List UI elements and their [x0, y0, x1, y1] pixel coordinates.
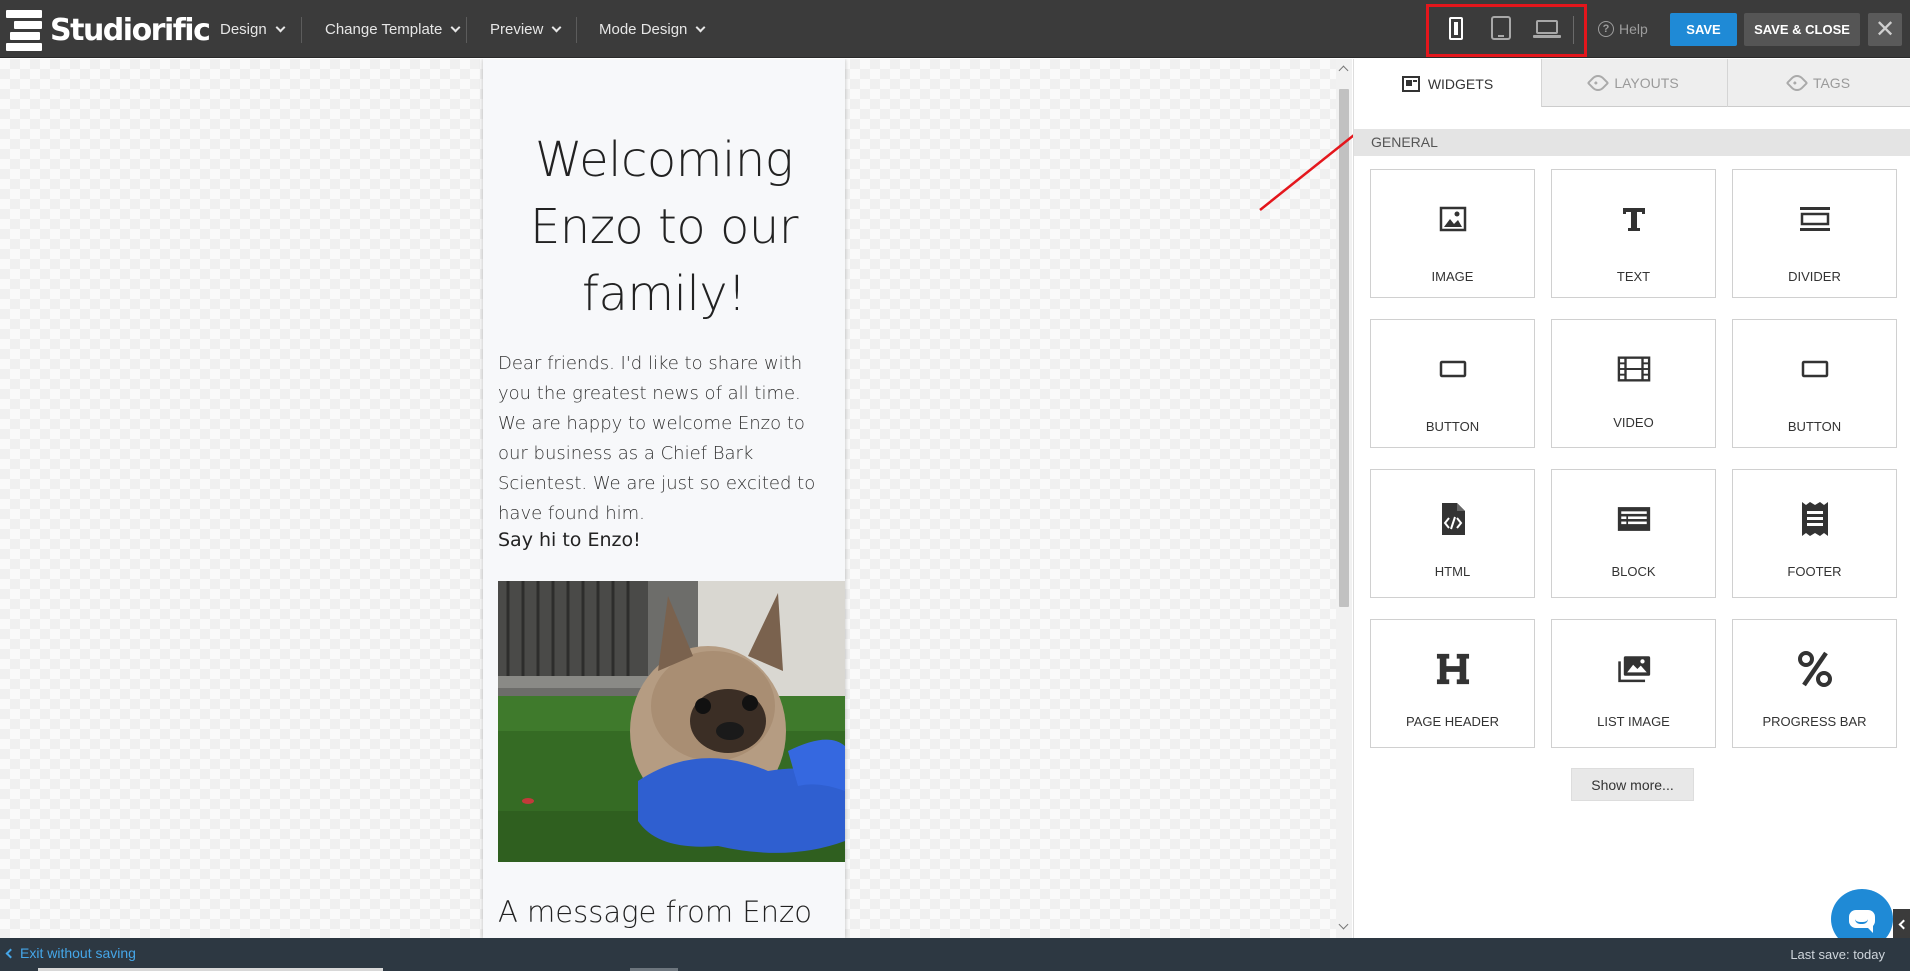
- status-bar: Exit without saving Last save: today: [0, 938, 1910, 971]
- widget-label: LIST IMAGE: [1597, 714, 1670, 729]
- widget-footer[interactable]: FOOTER: [1732, 469, 1897, 598]
- exit-label: Exit without saving: [20, 945, 136, 961]
- widget-divider[interactable]: DIVIDER: [1732, 169, 1897, 298]
- tag-icon: [1785, 71, 1809, 95]
- widget-label: DIVIDER: [1788, 269, 1841, 284]
- logo-stripes-icon: [6, 10, 44, 51]
- list-image-icon: [1617, 652, 1651, 686]
- widget-label: PAGE HEADER: [1406, 714, 1499, 729]
- chevron-left-icon: [5, 948, 16, 958]
- phone-view-icon[interactable]: [1449, 17, 1463, 40]
- percent-icon: [1797, 651, 1832, 687]
- scrollbar-thumb[interactable]: [1339, 89, 1349, 607]
- design-menu[interactable]: Design: [220, 0, 286, 58]
- footer-icon: [1798, 502, 1832, 536]
- widget-button[interactable]: BUTTON: [1370, 319, 1535, 448]
- design-menu-label: Design: [220, 20, 267, 38]
- widget-html[interactable]: HTML: [1370, 469, 1535, 598]
- divider-icon: [1798, 202, 1832, 236]
- widget-page-header[interactable]: PAGE HEADER: [1370, 619, 1535, 748]
- chevron-down-icon: [450, 22, 461, 32]
- save-button[interactable]: SAVE: [1670, 13, 1737, 46]
- tab-widgets-label: WIDGETS: [1427, 75, 1494, 92]
- widget-list-image[interactable]: LIST IMAGE: [1551, 619, 1716, 748]
- scroll-down-icon[interactable]: [1338, 919, 1349, 930]
- scroll-up-icon[interactable]: [1338, 65, 1349, 76]
- help-label: Help: [1619, 21, 1648, 37]
- tab-tags[interactable]: TAGS: [1727, 59, 1910, 107]
- button-icon: [1436, 352, 1470, 386]
- logo-text: Studiorific: [50, 12, 211, 48]
- preview-label: Preview: [490, 20, 544, 38]
- header-icon: [1436, 652, 1470, 686]
- menu-divider: [576, 17, 577, 43]
- widget-text[interactable]: TEXT: [1551, 169, 1716, 298]
- video-icon: [1617, 352, 1651, 386]
- panel-tabs: WIDGETS LAYOUTS TAGS: [1354, 59, 1910, 108]
- close-icon[interactable]: ✕: [1868, 13, 1902, 46]
- toolbar-divider: [1573, 16, 1574, 44]
- dog-photo[interactable]: [498, 581, 845, 862]
- menu-divider: [466, 17, 467, 43]
- show-more-button[interactable]: Show more...: [1571, 768, 1694, 801]
- editor-canvas: Welcoming Enzo to our family! Dear frien…: [0, 59, 1336, 938]
- chevron-down-icon: [551, 22, 562, 32]
- chat-icon: [1849, 910, 1875, 933]
- widget-label: FOOTER: [1787, 564, 1842, 579]
- widget-image[interactable]: IMAGE: [1370, 169, 1535, 298]
- widget-label: HTML: [1434, 564, 1471, 579]
- tag-icon: [1587, 71, 1610, 95]
- text-icon: [1617, 202, 1651, 236]
- tab-layouts[interactable]: LAYOUTS: [1541, 59, 1727, 107]
- email-say-hi-text[interactable]: Say hi to Enzo!: [498, 529, 641, 551]
- email-preview[interactable]: Welcoming Enzo to our family! Dear frien…: [483, 59, 845, 938]
- top-toolbar: Studiorific Design Change Template Previ…: [0, 0, 1910, 58]
- widgets-icon: [1401, 75, 1420, 92]
- widgets-panel: WIDGETS LAYOUTS TAGS GENERAL IMAGE TEXT: [1353, 59, 1910, 938]
- email-body-text[interactable]: Dear friends. I'd like to share with you…: [498, 349, 828, 529]
- panel-collapse-toggle[interactable]: [1893, 909, 1910, 940]
- question-circle-icon: ?: [1598, 21, 1614, 37]
- email-headline[interactable]: Welcoming Enzo to our family!: [483, 127, 845, 328]
- tablet-view-icon[interactable]: [1491, 16, 1511, 40]
- chevron-down-icon: [275, 22, 286, 32]
- chevron-left-icon: [1898, 919, 1908, 930]
- tab-tags-label: TAGS: [1812, 75, 1851, 91]
- mode-design-menu[interactable]: Mode Design: [599, 0, 706, 58]
- widget-label: PROGRESS BAR: [1762, 714, 1867, 729]
- app-logo[interactable]: Studiorific: [6, 10, 211, 51]
- button-icon: [1798, 352, 1832, 386]
- widget-label: BLOCK: [1611, 564, 1656, 579]
- exit-without-saving-link[interactable]: Exit without saving: [4, 938, 136, 968]
- widget-label: VIDEO: [1613, 415, 1654, 430]
- widget-label: TEXT: [1616, 269, 1651, 284]
- tab-widgets[interactable]: WIDGETS: [1354, 59, 1541, 108]
- mode-design-label: Mode Design: [599, 20, 688, 38]
- section-general-title: GENERAL: [1354, 129, 1910, 156]
- email-subheading[interactable]: A message from Enzo: [498, 895, 812, 929]
- change-template-label: Change Template: [325, 20, 443, 38]
- widget-label: BUTTON: [1425, 419, 1480, 434]
- laptop-view-icon[interactable]: [1533, 20, 1561, 38]
- preview-menu[interactable]: Preview: [490, 0, 562, 58]
- widget-block[interactable]: BLOCK: [1551, 469, 1716, 598]
- widget-label: IMAGE: [1431, 269, 1474, 284]
- change-template-menu[interactable]: Change Template: [325, 0, 461, 58]
- tab-layouts-label: LAYOUTS: [1614, 75, 1679, 91]
- menu-divider: [301, 17, 302, 43]
- widget-progress-bar[interactable]: PROGRESS BAR: [1732, 619, 1897, 748]
- block-icon: [1617, 502, 1651, 536]
- widget-video[interactable]: VIDEO: [1551, 319, 1716, 448]
- dog-photo-illustration: [498, 581, 845, 862]
- help-link[interactable]: ? Help: [1598, 0, 1648, 58]
- canvas-scrollbar[interactable]: [1336, 59, 1352, 938]
- save-and-close-button[interactable]: SAVE & CLOSE: [1744, 13, 1860, 46]
- chevron-down-icon: [695, 22, 706, 32]
- widget-button-2[interactable]: BUTTON: [1732, 319, 1897, 448]
- widget-label: BUTTON: [1787, 419, 1842, 434]
- image-icon: [1436, 202, 1470, 236]
- html-file-icon: [1436, 502, 1470, 536]
- last-save-status: Last save: today: [1790, 947, 1885, 962]
